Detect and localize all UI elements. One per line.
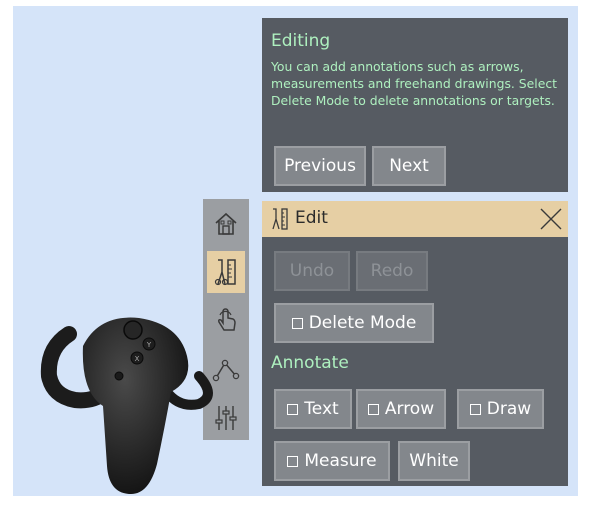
thumbstick (123, 320, 143, 340)
text-toggle[interactable]: Text (274, 389, 352, 429)
previous-button-label: Previous (284, 156, 356, 176)
edit-panel-title: Edit (295, 208, 328, 228)
delete-mode-checkbox[interactable] (291, 317, 303, 329)
redo-button-label: Redo (370, 261, 414, 281)
tutorial-title: Editing (271, 31, 331, 51)
white-color-button[interactable]: White (398, 441, 470, 481)
y-button-label: Y (146, 341, 152, 349)
tutorial-body: You can add annotations such as arrows, … (271, 59, 558, 108)
close-icon[interactable] (539, 207, 563, 231)
measure-toggle[interactable]: Measure (274, 441, 390, 481)
previous-button[interactable]: Previous (274, 146, 366, 186)
next-button[interactable]: Next (372, 146, 446, 186)
draw-checkbox[interactable] (469, 403, 481, 415)
controller-body (82, 317, 189, 494)
vr-controller: Y X (40, 317, 213, 494)
arrow-toggle-label: Arrow (384, 399, 435, 419)
draw-toggle-label: Draw (486, 399, 532, 419)
edit-panel-header: Edit (262, 201, 568, 237)
edit-tool-button[interactable] (207, 251, 245, 293)
x-button-label: X (135, 355, 140, 363)
text-checkbox[interactable] (287, 403, 299, 415)
edit-tools-icon (214, 259, 236, 286)
undo-button-label: Undo (289, 261, 335, 281)
menu-button (114, 371, 124, 381)
measure-toggle-label: Measure (304, 451, 377, 471)
undo-button[interactable]: Undo (274, 251, 350, 291)
white-color-label: White (409, 451, 459, 471)
next-button-label: Next (389, 156, 429, 176)
home-tool-button[interactable] (207, 203, 245, 245)
text-toggle-label: Text (304, 399, 339, 419)
annotate-section-label: Annotate (271, 353, 349, 373)
edit-panel: Edit Undo Redo Delete Mode Annotate Text… (262, 201, 568, 486)
arrow-toggle[interactable]: Arrow (356, 389, 446, 429)
arrow-checkbox[interactable] (367, 403, 379, 415)
edit-tools-icon (272, 208, 288, 230)
measure-checkbox[interactable] (287, 455, 299, 467)
redo-button[interactable]: Redo (356, 251, 428, 291)
delete-mode-label: Delete Mode (308, 313, 417, 333)
draw-toggle[interactable]: Draw (457, 389, 544, 429)
delete-mode-toggle[interactable]: Delete Mode (274, 303, 434, 343)
tutorial-panel: Editing You can add annotations such as … (262, 18, 568, 192)
vr-scene: Editing You can add annotations such as … (13, 6, 578, 496)
home-icon (215, 212, 237, 235)
